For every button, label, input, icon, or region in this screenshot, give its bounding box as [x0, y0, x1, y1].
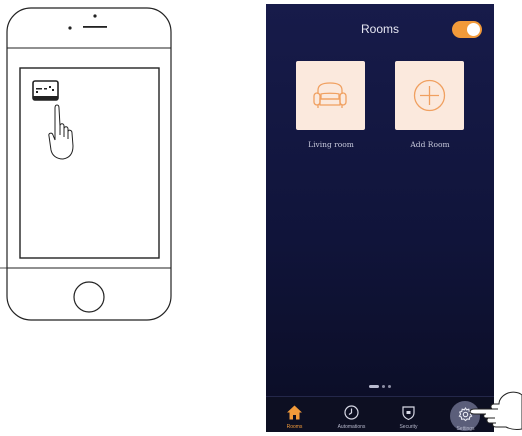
tab-security[interactable]: Security	[380, 397, 437, 432]
tab-label: Rooms	[286, 424, 303, 430]
room-label-living-room: Living room	[308, 140, 354, 149]
tap-hand-icon	[469, 391, 522, 430]
app-screen: Rooms Living room Add Room Rooms Automat…	[266, 4, 494, 432]
master-toggle[interactable]	[452, 21, 482, 38]
tab-label: Security	[399, 424, 418, 430]
plus-circle-icon	[413, 79, 446, 112]
tab-label: Automations	[337, 424, 366, 430]
home-icon	[287, 405, 302, 420]
armchair-icon	[313, 82, 347, 108]
toggle-knob	[467, 23, 480, 36]
page-dot	[388, 385, 391, 388]
tab-automations[interactable]: Automations	[323, 397, 380, 432]
tab-rooms[interactable]: Rooms	[266, 397, 323, 432]
page-dot	[382, 385, 385, 388]
app-header: Rooms	[266, 4, 494, 56]
app-icon	[32, 80, 59, 101]
room-tile-living-room[interactable]	[296, 61, 365, 130]
clock-icon	[344, 405, 359, 420]
room-label-add-room: Add Room	[410, 140, 450, 149]
bottom-tab-bar: Rooms Automations Security Settings	[266, 396, 494, 432]
shield-icon	[402, 406, 415, 421]
phone-illustration	[0, 7, 172, 321]
room-tile-add-room[interactable]	[395, 61, 464, 130]
page-dot-active	[369, 385, 379, 388]
